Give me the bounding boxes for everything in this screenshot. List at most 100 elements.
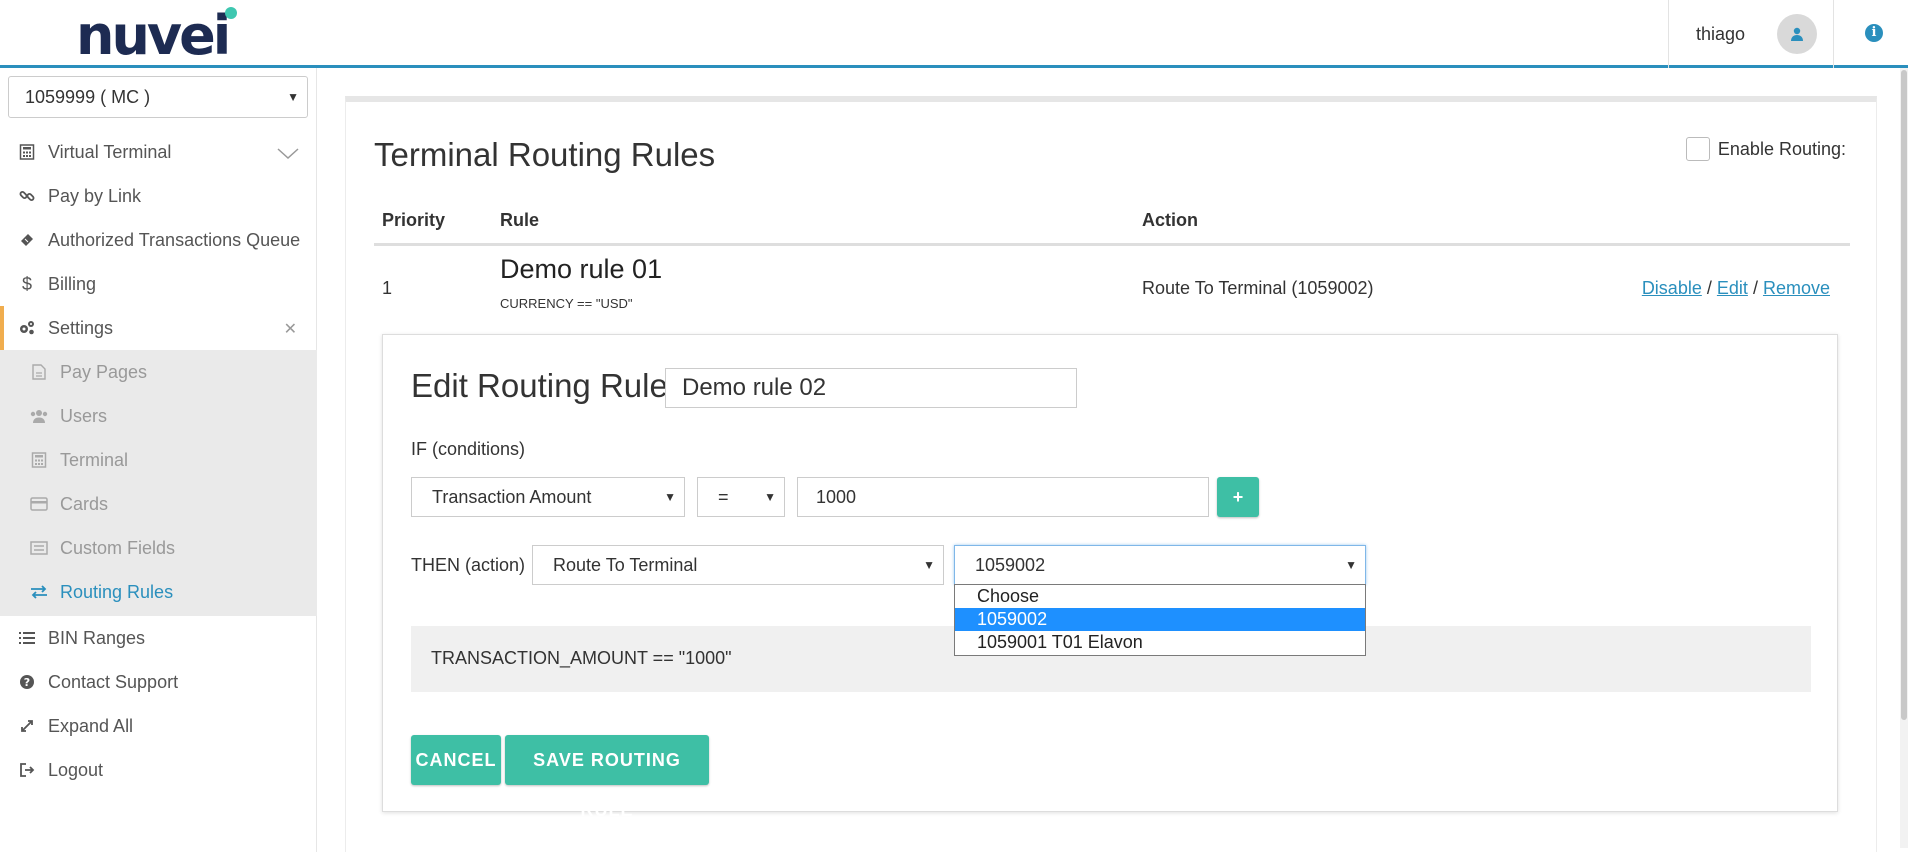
page-title: Terminal Routing Rules [374, 136, 716, 173]
scrollbar-thumb[interactable] [1901, 70, 1907, 720]
link-separator: / [1752, 278, 1758, 298]
sidebar-item-label: Settings [48, 317, 114, 338]
rule-name-input[interactable] [665, 368, 1077, 408]
expand-icon [16, 715, 38, 737]
gears-icon [16, 317, 38, 339]
condition-field-select[interactable]: Transaction Amount ▼ [411, 477, 685, 517]
sidebar-item-billing[interactable]: $ Billing [0, 262, 317, 306]
logout-icon [16, 759, 38, 781]
settings-submenu: Pay Pages Users Terminal Cards Custom Fi… [0, 350, 317, 616]
terminal-option-1059001[interactable]: 1059001 T01 Elavon [955, 631, 1365, 654]
user-name: thiago [1696, 24, 1746, 44]
link-icon [16, 185, 38, 207]
sidebar-item-label: Virtual Terminal [48, 141, 172, 162]
sidebar-item-label: Authorized Transactions Queue [48, 229, 301, 250]
sidebar-item-routing-rules[interactable]: Routing Rules [0, 570, 317, 614]
sidebar-item-logout[interactable]: Logout [0, 748, 317, 792]
exchange-icon [28, 581, 50, 603]
logo[interactable]: nuvei [76, 6, 231, 66]
users-icon [28, 405, 50, 427]
action-select-value: Route To Terminal [553, 555, 698, 575]
dollar-icon: $ [21, 273, 32, 294]
enable-routing-toggle[interactable]: Enable Routing: [1685, 137, 1846, 161]
condition-value-text: 1000 [816, 487, 857, 507]
merchant-select-value: 1059999 ( MC ) [25, 87, 151, 107]
sidebar-item-virtual-terminal[interactable]: Virtual Terminal [0, 130, 317, 174]
sidebar-item-pay-by-link[interactable]: Pay by Link [0, 174, 317, 218]
add-condition-button[interactable]: + [1217, 477, 1259, 517]
sidebar-item-label: Logout [48, 759, 104, 780]
list-icon [16, 627, 38, 649]
calculator-icon [28, 449, 50, 471]
sidebar-item-expand-all[interactable]: Expand All [0, 704, 317, 748]
sidebar-item-settings[interactable]: Settings ✕ [0, 306, 317, 350]
sidebar-item-label: Users [60, 405, 108, 426]
condition-operator-select[interactable]: = ▼ [697, 477, 785, 517]
sidebar-item-custom-fields[interactable]: Custom Fields [0, 526, 317, 570]
condition-operator-value: = [718, 487, 729, 507]
ticket-icon [16, 229, 38, 251]
condition-field-value: Transaction Amount [432, 487, 592, 507]
chevron-down-icon[interactable] [277, 144, 299, 165]
top-header: nuvei thiago i [0, 0, 1908, 68]
sidebar-item-label: Billing [48, 273, 97, 294]
user-icon[interactable] [1777, 14, 1817, 54]
sidebar-item-label: BIN Ranges [48, 627, 146, 648]
question-icon: ? [16, 671, 38, 693]
remove-link[interactable]: Remove [1763, 278, 1830, 298]
save-routing-rule-button[interactable]: SAVE ROUTING RULE [505, 735, 709, 820]
enable-routing-label: Enable Routing: [1717, 138, 1846, 159]
row-priority: 1 [382, 278, 393, 298]
sidebar-item-label: Routing Rules [60, 581, 174, 602]
sidebar-item-label: Expand All [48, 715, 134, 736]
rule-condition: CURRENCY == "USD" [500, 296, 633, 311]
header-action: Action [1142, 210, 1198, 230]
condition-value-input[interactable]: 1000 [797, 477, 1209, 517]
card-icon [28, 493, 50, 515]
caret-down-icon: ▼ [664, 490, 676, 504]
sidebar-item-terminal[interactable]: Terminal [0, 438, 317, 482]
row-action: Route To Terminal (1059002) [1142, 278, 1374, 298]
disable-link[interactable]: Disable [1642, 278, 1702, 298]
sidebar-item-label: Terminal [60, 449, 129, 470]
caret-down-icon: ▼ [1345, 558, 1357, 572]
fields-icon [28, 537, 50, 559]
sidebar-item-users[interactable]: Users [0, 394, 317, 438]
caret-down-icon: ▼ [287, 90, 299, 104]
header-priority: Priority [382, 210, 446, 230]
sidebar-item-label: Contact Support [48, 671, 179, 692]
sidebar-item-label: Cards [60, 493, 109, 514]
cancel-button[interactable]: CANCEL [411, 735, 501, 785]
if-conditions-label: IF (conditions) [411, 439, 526, 459]
sidebar-item-label: Custom Fields [60, 537, 176, 558]
sidebar-item-cards[interactable]: Cards [0, 482, 317, 526]
terminal-option-choose[interactable]: Choose [955, 585, 1365, 608]
edit-routing-rule-card: Edit Routing Rule IF (conditions) Transa… [382, 334, 1838, 820]
terminal-select[interactable]: 1059002 ▼ [954, 545, 1366, 585]
sidebar-item-bin-ranges[interactable]: BIN Ranges [0, 616, 317, 660]
close-icon[interactable]: ✕ [284, 319, 297, 339]
row-actions: Disable / Edit / Remove [1642, 278, 1830, 299]
calculator-icon [16, 141, 38, 163]
table-row: 1 Demo rule 01 CURRENCY == "USD" Route T… [374, 252, 1850, 324]
sidebar-item-authorized-transactions-queue[interactable]: Authorized Transactions Queue [0, 218, 317, 262]
terminal-select-value: 1059002 [975, 555, 1046, 575]
file-icon [28, 361, 50, 383]
user-menu[interactable]: thiago [1668, 0, 1834, 68]
rules-table-header: Priority Rule Action [374, 210, 1850, 246]
sidebar-item-contact-support[interactable]: ? Contact Support [0, 660, 317, 704]
terminal-option-1059002[interactable]: 1059002 [955, 608, 1365, 631]
then-action-label: THEN (action) [411, 555, 526, 575]
action-select[interactable]: Route To Terminal ▼ [532, 545, 944, 585]
sidebar-item-label: Pay Pages [60, 361, 148, 382]
enable-routing-checkbox[interactable] [1685, 137, 1710, 161]
sidebar: 1059999 ( MC ) ▼ Virtual Terminal Pay by… [0, 68, 317, 852]
sidebar-item-label: Pay by Link [48, 185, 142, 206]
sidebar-item-pay-pages[interactable]: Pay Pages [0, 350, 317, 394]
merchant-select[interactable]: 1059999 ( MC ) ▼ [8, 76, 308, 118]
edit-link[interactable]: Edit [1717, 278, 1748, 298]
terminal-dropdown-list: Choose 1059002 1059001 T01 Elavon [954, 584, 1366, 656]
main-panel: Terminal Routing Rules Enable Routing: P… [345, 96, 1877, 852]
info-icon[interactable]: i [1865, 24, 1883, 42]
svg-text:?: ? [24, 676, 30, 689]
